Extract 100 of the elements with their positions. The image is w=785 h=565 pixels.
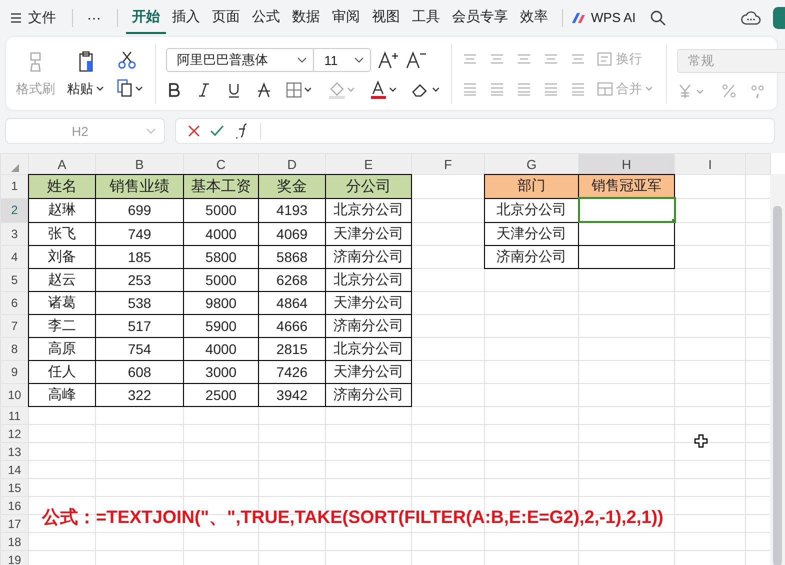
ribbon-tab[interactable]: 插入 [166, 2, 206, 34]
ai-button[interactable]: WPS AI [571, 10, 636, 25]
font-color-icon[interactable] [370, 81, 398, 99]
row-header[interactable]: 15 [0, 478, 28, 496]
more-menu[interactable]: ⋯ [87, 10, 101, 26]
column-header[interactable]: I [674, 154, 746, 174]
align-icon[interactable] [570, 52, 586, 66]
paste-button[interactable]: 粘贴 [67, 50, 104, 98]
row-header[interactable]: 14 [0, 460, 28, 478]
row-header[interactable]: 1 [0, 174, 28, 198]
table-cell: 赵琳 [28, 198, 96, 222]
table-cell: 3000 [184, 360, 258, 384]
header-cell: 奖金 [258, 174, 326, 198]
align-icon[interactable] [543, 82, 560, 96]
table-cell: 高峰 [28, 384, 96, 406]
menu-icon[interactable] [10, 12, 22, 24]
column-header[interactable]: A [28, 154, 96, 174]
row-header[interactable]: 8 [0, 338, 28, 360]
caret-icon [96, 86, 104, 91]
align-icon[interactable] [516, 52, 532, 66]
row-header[interactable]: 7 [0, 314, 28, 338]
table-cell: 3942 [258, 384, 326, 406]
table-cell: 济南分公司 [326, 246, 412, 268]
table-cell: 7426 [258, 360, 326, 384]
cancel-icon[interactable] [188, 125, 200, 137]
ribbon-tab[interactable]: 工具 [406, 2, 446, 34]
font-size-select[interactable]: 11 [313, 48, 372, 72]
align-icon[interactable] [489, 82, 506, 96]
row-header[interactable]: 11 [0, 406, 28, 424]
copy-icon[interactable] [116, 78, 144, 98]
table-cell: 5000 [184, 268, 258, 292]
align-icon[interactable] [543, 52, 560, 66]
ribbon-tab[interactable]: 视图 [366, 2, 406, 34]
row-header[interactable]: 9 [0, 360, 28, 384]
row-header[interactable]: 5 [0, 268, 28, 292]
column-header[interactable]: C [184, 154, 258, 174]
ai-logo-icon [571, 12, 587, 24]
table-cell: 天津分公司 [326, 292, 412, 314]
row-header[interactable]: 18 [0, 532, 28, 550]
table-cell: 北京分公司 [326, 268, 412, 292]
share-button[interactable] [773, 6, 785, 28]
underline-icon[interactable] [226, 82, 242, 98]
align-icon[interactable] [462, 52, 478, 66]
search-icon[interactable] [650, 10, 666, 26]
thousands-icon[interactable] [751, 82, 765, 98]
table-cell: 赵云 [28, 268, 96, 292]
borders-icon[interactable] [286, 82, 314, 98]
table-cell: 李二 [28, 314, 96, 338]
header-cell: 部门 [484, 174, 578, 198]
header-cell: 销售冠亚军 [578, 174, 674, 198]
align-icon[interactable] [462, 82, 478, 96]
table-cell: 高原 [28, 338, 96, 360]
row-header[interactable]: 19 [0, 550, 28, 565]
header-cell: 销售业绩 [96, 174, 184, 198]
ribbon-tab[interactable]: 公式 [246, 2, 286, 34]
row-header[interactable]: 6 [0, 292, 28, 314]
column-header[interactable]: D [258, 154, 326, 174]
ribbon-tab[interactable]: 数据 [286, 2, 326, 34]
percent-icon[interactable] [721, 82, 737, 98]
ribbon-tab[interactable]: 审阅 [326, 2, 366, 34]
font-name-select[interactable]: 阿里巴巴普惠体 [166, 48, 314, 72]
increase-font-icon[interactable] [377, 50, 400, 70]
select-all-corner[interactable] [0, 154, 28, 174]
column-header[interactable]: H [578, 154, 674, 174]
column-header[interactable]: G [484, 154, 578, 174]
row-header[interactable]: 3 [0, 222, 28, 246]
caret-icon [354, 57, 364, 63]
align-icon[interactable] [489, 52, 506, 66]
file-menu[interactable]: 文件 [28, 8, 56, 26]
cloud-icon[interactable] [741, 10, 761, 26]
ribbon-tab[interactable]: 页面 [206, 2, 246, 34]
fill-color-icon[interactable] [328, 81, 356, 99]
column-header[interactable]: B [96, 154, 184, 174]
row-header[interactable]: 2 [0, 198, 28, 222]
formula-field[interactable] [175, 118, 775, 144]
table-cell: 517 [96, 314, 184, 338]
bold-icon[interactable] [166, 82, 182, 98]
scissors-icon[interactable] [116, 50, 138, 70]
row-header[interactable]: 13 [0, 442, 28, 460]
row-header[interactable]: 10 [0, 384, 28, 406]
row-header[interactable]: 16 [0, 496, 28, 514]
confirm-icon[interactable] [210, 125, 224, 137]
row-header[interactable]: 12 [0, 424, 28, 442]
table-cell: 天津分公司 [326, 360, 412, 384]
ribbon-tab[interactable]: 开始 [126, 2, 166, 34]
vertical-scrollbar[interactable] [770, 174, 785, 565]
active-cell[interactable] [578, 198, 674, 222]
ribbon-tab[interactable]: 会员专享 [446, 2, 514, 34]
row-header[interactable]: 17 [0, 514, 28, 532]
align-icon[interactable] [516, 82, 532, 96]
ribbon-tab[interactable]: 效率 [514, 2, 554, 34]
strikethrough-icon[interactable] [256, 82, 272, 98]
table-cell: 754 [96, 338, 184, 360]
row-header[interactable]: 4 [0, 246, 28, 268]
column-header[interactable]: E [326, 154, 412, 174]
table-cell: 张飞 [28, 222, 96, 246]
eraser-icon[interactable] [411, 82, 442, 98]
column-header[interactable]: F [412, 154, 484, 174]
align-icon[interactable] [570, 82, 586, 96]
decrease-font-icon[interactable] [405, 50, 428, 70]
